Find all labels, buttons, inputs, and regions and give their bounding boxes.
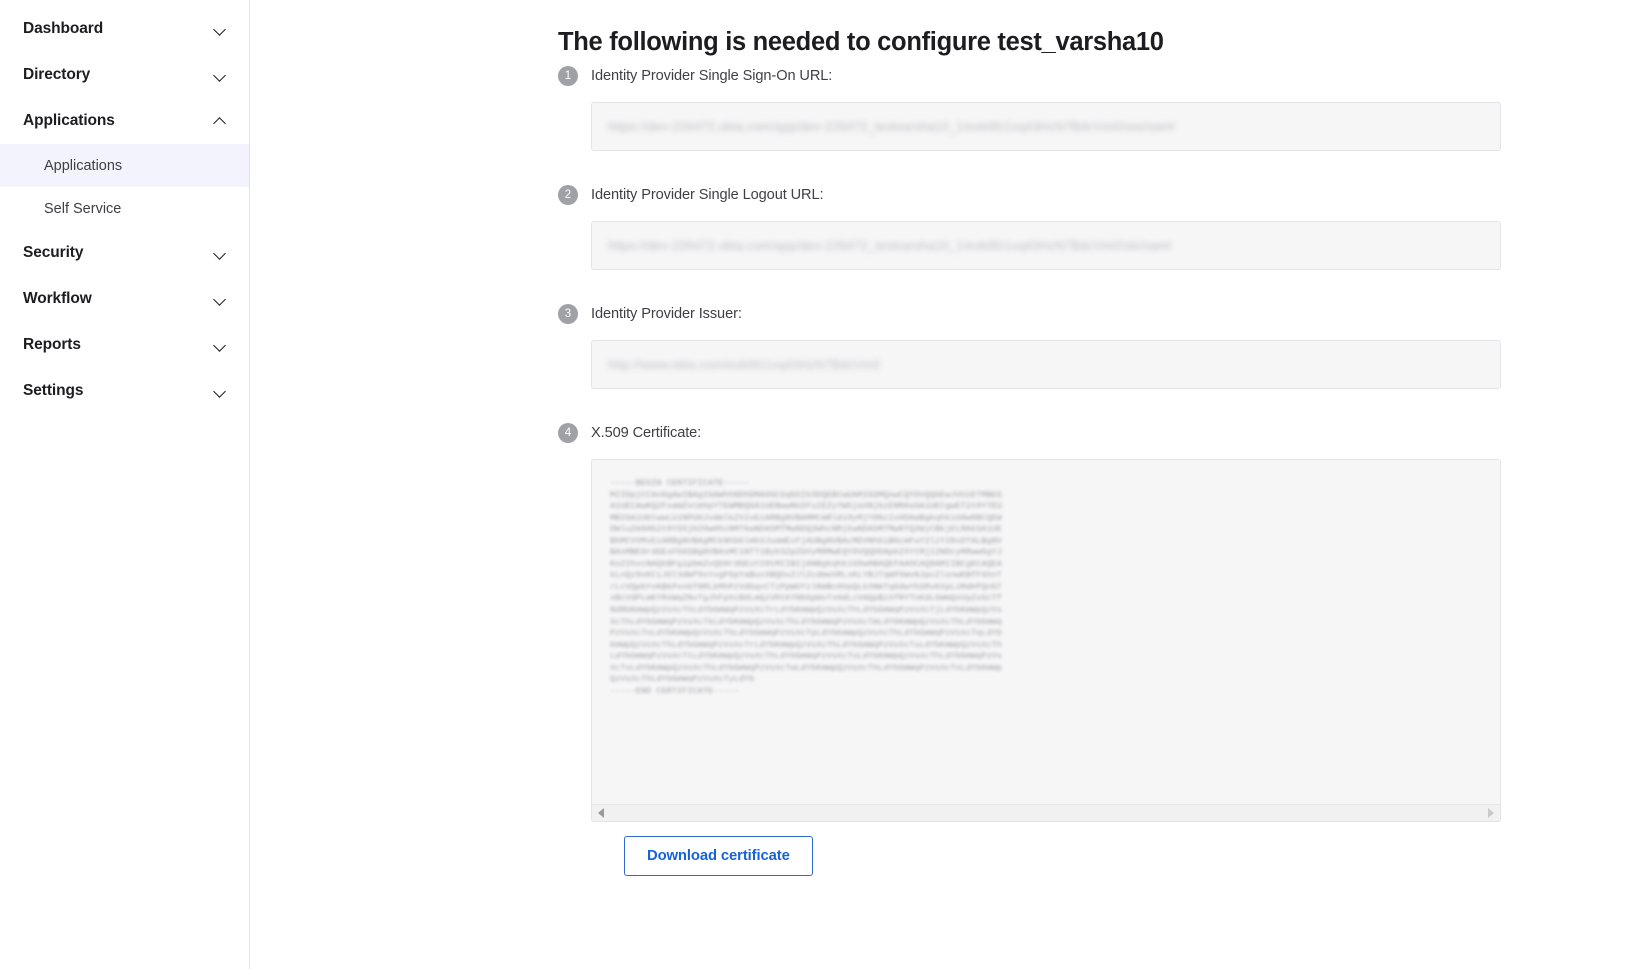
setup-step: 4 X.509 Certificate: -----BEGIN CERTIFIC… (558, 419, 1558, 876)
step-label: X.509 Certificate: (591, 425, 702, 441)
sidebar-group-dashboard: Dashboard (0, 6, 249, 52)
issuer-value: http://www.okta.com/exk6fz1xq43HzN7BdcVm… (608, 357, 881, 372)
sidebar: Dashboard Directory Applications Applica… (0, 0, 250, 969)
sidebar-item-label: Workflow (23, 290, 92, 307)
step-header: 1 Identity Provider Single Sign-On URL: (558, 62, 1558, 90)
slo-url-value: https://dev-226472.okta.com/app/dev-2264… (608, 238, 1172, 253)
sidebar-item-workflow[interactable]: Workflow (0, 276, 249, 322)
step-label: Identity Provider Single Sign-On URL: (591, 68, 833, 84)
sidebar-group-workflow: Workflow (0, 276, 249, 322)
setup-step: 1 Identity Provider Single Sign-On URL: … (558, 62, 1558, 151)
app-root: Dashboard Directory Applications Applica… (0, 0, 1625, 969)
issuer-field[interactable]: http://www.okta.com/exk6fz1xq43HzN7BdcVm… (591, 340, 1501, 389)
sidebar-item-label: Applications (23, 112, 115, 129)
step-label: Identity Provider Single Logout URL: (591, 187, 824, 203)
step-header: 3 Identity Provider Issuer: (558, 300, 1558, 328)
chevron-down-icon[interactable] (214, 69, 227, 82)
step-number-badge: 4 (558, 423, 578, 443)
chevron-down-icon[interactable] (214, 247, 227, 260)
download-certificate-button[interactable]: Download certificate (624, 836, 813, 876)
step-label: Identity Provider Issuer: (591, 306, 742, 322)
sso-url-field[interactable]: https://dev-226472.okta.com/app/dev-2264… (591, 102, 1501, 151)
chevron-up-icon[interactable] (214, 115, 227, 128)
sidebar-group-applications: Applications Applications Self Service (0, 98, 249, 230)
sidebar-item-dashboard[interactable]: Dashboard (0, 6, 249, 52)
sidebar-item-applications[interactable]: Applications (0, 98, 249, 144)
sidebar-item-label: Security (23, 244, 84, 261)
chevron-down-icon[interactable] (214, 293, 227, 306)
setup-step: 2 Identity Provider Single Logout URL: h… (558, 181, 1558, 270)
sidebar-item-settings[interactable]: Settings (0, 368, 249, 414)
sidebar-subitem-applications[interactable]: Applications (0, 144, 249, 187)
sidebar-item-label: Directory (23, 66, 91, 83)
scroll-right-arrow-icon[interactable] (1488, 808, 1494, 818)
step-header: 2 Identity Provider Single Logout URL: (558, 181, 1558, 209)
sidebar-group-settings: Settings (0, 368, 249, 414)
setup-steps-list: 1 Identity Provider Single Sign-On URL: … (558, 62, 1558, 876)
sidebar-item-label: Dashboard (23, 20, 104, 37)
sso-url-value: https://dev-226472.okta.com/app/dev-2264… (608, 119, 1175, 134)
step-number-badge: 1 (558, 66, 578, 86)
sidebar-item-label: Settings (23, 382, 84, 399)
main-content: The following is needed to configure tes… (250, 0, 1625, 969)
certificate-section: -----BEGIN CERTIFICATE----- MIIDpjCCAo6g… (591, 459, 1501, 876)
chevron-down-icon[interactable] (214, 23, 227, 36)
sidebar-subitem-label: Self Service (44, 200, 122, 217)
sidebar-group-directory: Directory (0, 52, 249, 98)
step-header: 4 X.509 Certificate: (558, 419, 1558, 447)
sidebar-group-security: Security (0, 230, 249, 276)
setup-step: 3 Identity Provider Issuer: http://www.o… (558, 300, 1558, 389)
page-title: The following is needed to configure tes… (558, 28, 1164, 56)
sidebar-group-reports: Reports (0, 322, 249, 368)
scroll-left-arrow-icon[interactable] (598, 808, 604, 818)
horizontal-scrollbar[interactable] (592, 804, 1500, 821)
sidebar-subitem-self-service[interactable]: Self Service (0, 187, 249, 230)
sidebar-item-security[interactable]: Security (0, 230, 249, 276)
sidebar-item-label: Reports (23, 336, 81, 353)
chevron-down-icon[interactable] (214, 385, 227, 398)
sidebar-item-reports[interactable]: Reports (0, 322, 249, 368)
sidebar-item-directory[interactable]: Directory (0, 52, 249, 98)
sidebar-subitem-label: Applications (44, 157, 123, 174)
chevron-down-icon[interactable] (214, 339, 227, 352)
certificate-value: -----BEGIN CERTIFICATE----- MIIDpjCCAo6g… (610, 478, 1002, 696)
step-number-badge: 3 (558, 304, 578, 324)
certificate-textarea[interactable]: -----BEGIN CERTIFICATE----- MIIDpjCCAo6g… (591, 459, 1501, 822)
slo-url-field[interactable]: https://dev-226472.okta.com/app/dev-2264… (591, 221, 1501, 270)
step-number-badge: 2 (558, 185, 578, 205)
